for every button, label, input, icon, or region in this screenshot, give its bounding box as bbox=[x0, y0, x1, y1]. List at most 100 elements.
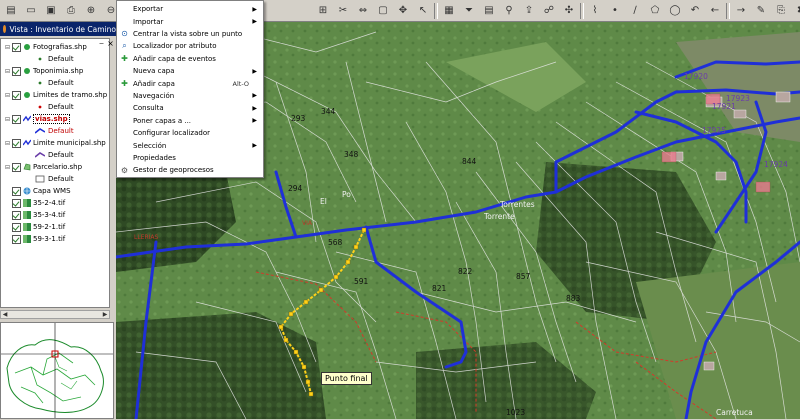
hyperlink-icon[interactable]: ☍ bbox=[540, 2, 558, 20]
submenu-arrow-icon: ▶ bbox=[252, 5, 257, 13]
legend-row[interactable]: Default bbox=[34, 149, 74, 161]
layer-visibility-checkbox[interactable] bbox=[12, 222, 21, 232]
menu-item[interactable]: Poner capas a ... ▶ bbox=[117, 115, 263, 127]
layer-name: Parcelario.shp bbox=[33, 163, 83, 171]
menu-item[interactable]: ✚ Añadir capa Alt-O bbox=[117, 77, 263, 89]
export-icon[interactable]: ⇪ bbox=[520, 2, 538, 20]
back-icon[interactable]: ← bbox=[706, 2, 724, 20]
legend-row[interactable]: Default bbox=[35, 173, 74, 185]
legend-row[interactable]: Default bbox=[35, 77, 74, 89]
move-icon[interactable]: ✣ bbox=[560, 2, 578, 20]
menu-item[interactable]: Propiedades bbox=[117, 152, 263, 164]
layer-visibility-checkbox[interactable] bbox=[12, 90, 21, 100]
legend-symbol-icon bbox=[35, 79, 45, 87]
collapse-icon[interactable]: ⊟ bbox=[5, 116, 12, 123]
map-label: 822 bbox=[458, 267, 473, 276]
layer-row[interactable]: ⊟ Limite municipal.shp bbox=[5, 137, 106, 149]
point-layer-icon bbox=[23, 43, 31, 51]
edit-icon[interactable]: ✎ bbox=[752, 2, 770, 20]
layer-visibility-checkbox[interactable] bbox=[12, 114, 21, 124]
minimize-icon[interactable]: ⎯ bbox=[97, 39, 106, 48]
submenu-arrow-icon: ▶ bbox=[252, 117, 257, 125]
link-icon[interactable]: ⇔ bbox=[354, 2, 372, 20]
open-icon[interactable]: ▭ bbox=[22, 2, 40, 20]
legend-row[interactable]: Default bbox=[35, 53, 74, 65]
collapse-icon[interactable]: ⊟ bbox=[5, 164, 12, 171]
line-icon[interactable]: ∕ bbox=[626, 2, 644, 20]
layer-row[interactable]: ⊟ Parcelario.shp bbox=[5, 161, 82, 173]
overview-map[interactable] bbox=[0, 322, 114, 419]
new-project-icon[interactable]: ▤ bbox=[2, 2, 20, 20]
menu-item[interactable]: Configurar localizador bbox=[117, 127, 263, 139]
map-label: 591 bbox=[354, 277, 369, 286]
forward-icon[interactable]: → bbox=[732, 2, 750, 20]
layer-row[interactable]: ⊟ vias.shp bbox=[5, 113, 70, 125]
menu-item[interactable]: ⌕ Localizador por atributo bbox=[117, 40, 263, 52]
filter-icon[interactable]: ⏷ bbox=[460, 2, 478, 20]
map-label: 294 bbox=[288, 184, 303, 193]
add-layer-icon[interactable]: ⊞ bbox=[314, 2, 332, 20]
close-icon[interactable]: × bbox=[106, 39, 115, 48]
table-open-icon[interactable]: ▤ bbox=[480, 2, 498, 20]
point-icon[interactable]: • bbox=[606, 2, 624, 20]
collapse-icon[interactable]: ⊟ bbox=[5, 140, 12, 147]
layer-visibility-checkbox[interactable] bbox=[12, 186, 21, 196]
menu-item[interactable]: Nueva capa ▶ bbox=[117, 65, 263, 77]
layer-visibility-checkbox[interactable] bbox=[12, 66, 21, 76]
polygon-layer-icon bbox=[23, 163, 31, 171]
layer-row[interactable]: ⊟ Limites de tramo.shp bbox=[5, 89, 107, 101]
menu-item[interactable]: ⚙ Gestor de geoprocesos bbox=[117, 164, 263, 176]
scroll-right-icon[interactable]: ▶ bbox=[101, 311, 109, 318]
polygon-icon[interactable]: ⬠ bbox=[646, 2, 664, 20]
layer-visibility-checkbox[interactable] bbox=[12, 162, 21, 172]
query-icon[interactable]: ⚲ bbox=[500, 2, 518, 20]
select-icon[interactable]: ↖ bbox=[414, 2, 432, 20]
layer-row[interactable]: 35-3-4.tif bbox=[5, 209, 65, 221]
layer-row[interactable]: 59-3-1.tif bbox=[5, 233, 65, 245]
legend-row[interactable]: Default bbox=[35, 101, 74, 113]
delete-icon[interactable]: ✖ bbox=[792, 2, 800, 20]
print-icon[interactable]: ⎙ bbox=[62, 2, 80, 20]
layer-row[interactable]: ⊟ Fotografias.shp bbox=[5, 41, 87, 53]
table-icon[interactable]: ▦ bbox=[440, 2, 458, 20]
layer-visibility-checkbox[interactable] bbox=[12, 138, 21, 148]
circle-icon[interactable]: ◯ bbox=[666, 2, 684, 20]
layer-row[interactable]: 35-2-4.tif bbox=[5, 197, 65, 209]
scroll-left-icon[interactable]: ◀ bbox=[1, 311, 9, 318]
layer-row[interactable]: 59-2-1.tif bbox=[5, 221, 65, 233]
collapse-icon[interactable]: ⊟ bbox=[5, 92, 12, 99]
graph-icon[interactable]: ⌇ bbox=[586, 2, 604, 20]
zoom-in-icon[interactable]: ⊕ bbox=[82, 2, 100, 20]
route-end-callout: Punto final bbox=[321, 372, 372, 385]
view-title: Vista : Inventario de Camino bbox=[9, 24, 116, 34]
menu-item[interactable]: Importar ▶ bbox=[117, 15, 263, 27]
legend-row[interactable]: Default bbox=[34, 125, 74, 137]
menu-item-label: Selección bbox=[133, 141, 167, 150]
menu-item[interactable]: ⊙ Centrar la vista sobre un punto bbox=[117, 28, 263, 40]
layer-row[interactable]: ⊟ Toponimia.shp bbox=[5, 65, 83, 77]
save-icon[interactable]: ▣ bbox=[42, 2, 60, 20]
layer-name: 35-2-4.tif bbox=[33, 199, 66, 207]
menu-item[interactable]: ✚ Añadir capa de eventos bbox=[117, 53, 263, 65]
menu-item[interactable]: Exportar ▶ bbox=[117, 3, 263, 15]
menu-item[interactable]: Selección ▶ bbox=[117, 139, 263, 151]
select-rect-icon[interactable]: ▢ bbox=[374, 2, 392, 20]
layer-visibility-checkbox[interactable] bbox=[12, 42, 21, 52]
legend-symbol-icon bbox=[35, 103, 45, 111]
collapse-icon[interactable]: ⊟ bbox=[5, 44, 12, 51]
layer-row[interactable]: Capa WMS bbox=[5, 185, 71, 197]
copy-icon[interactable]: ⎘ bbox=[772, 2, 790, 20]
measure-icon[interactable]: ✂ bbox=[334, 2, 352, 20]
layer-name: Fotografias.shp bbox=[33, 43, 87, 51]
toc-horizontal-scrollbar[interactable]: ◀ ▶ bbox=[0, 310, 110, 319]
menu-item[interactable]: Navegación ▶ bbox=[117, 90, 263, 102]
collapse-icon[interactable]: ⊟ bbox=[5, 68, 12, 75]
pan-icon[interactable]: ✥ bbox=[394, 2, 412, 20]
layer-visibility-checkbox[interactable] bbox=[12, 234, 21, 244]
view-context-menu: Exportar ▶ Importar ▶ ⊙ Centrar la vista sobr… bbox=[116, 0, 264, 178]
toolbar-separator bbox=[726, 2, 730, 19]
layer-visibility-checkbox[interactable] bbox=[12, 198, 21, 208]
undo-icon[interactable]: ↶ bbox=[686, 2, 704, 20]
layer-visibility-checkbox[interactable] bbox=[12, 210, 21, 220]
menu-item[interactable]: Consulta ▶ bbox=[117, 102, 263, 114]
